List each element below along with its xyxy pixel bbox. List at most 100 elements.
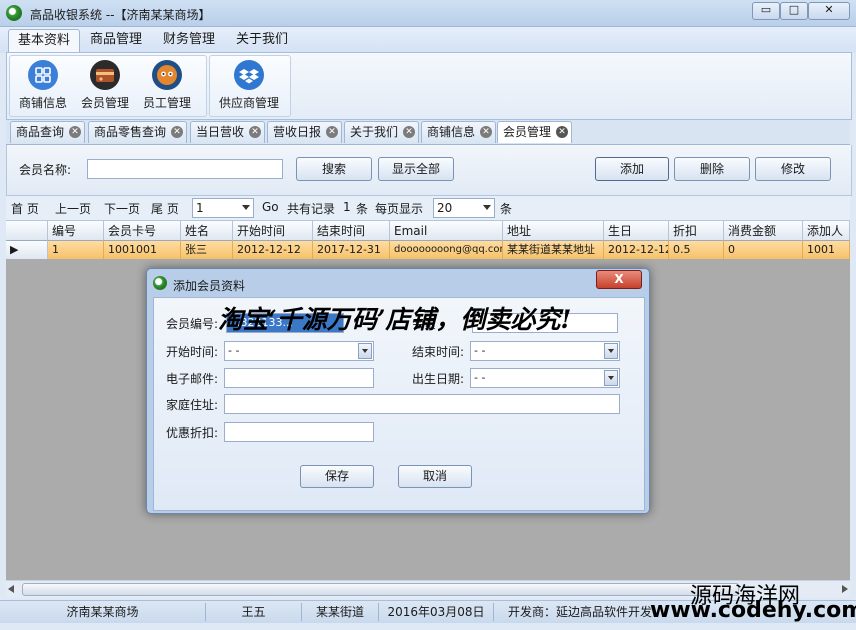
- show-all-button[interactable]: 显示全部: [378, 157, 454, 181]
- calendar-dropdown-icon[interactable]: [604, 343, 618, 359]
- address-label: 家庭住址:: [166, 398, 219, 412]
- close-tab-icon[interactable]: ✕: [480, 126, 493, 138]
- dialog-title: 添加会员资料: [173, 279, 246, 293]
- doc-tab-member-manage[interactable]: 会员管理 ✕: [497, 121, 573, 143]
- table-cell[interactable]: 1: [48, 241, 104, 259]
- calendar-dropdown-icon[interactable]: [604, 370, 618, 386]
- column-header[interactable]: 地址: [503, 221, 604, 241]
- go-button[interactable]: Go: [262, 200, 279, 214]
- table-cell[interactable]: 1001: [803, 241, 850, 259]
- member-name-label: 会员名称:: [19, 163, 72, 177]
- per-page-value: 20: [437, 201, 453, 215]
- column-header[interactable]: 编号: [48, 221, 104, 241]
- scroll-right-icon[interactable]: [842, 585, 848, 593]
- doc-tab-daily-revenue[interactable]: 当日营收 ✕: [190, 121, 266, 143]
- column-header[interactable]: 开始时间: [233, 221, 313, 241]
- menu-tab-finance[interactable]: 财务管理: [154, 29, 224, 51]
- supplier-manage-label: 供应商管理: [218, 96, 279, 110]
- column-header[interactable]: 添加人: [803, 221, 850, 241]
- page-number-select[interactable]: 1: [192, 198, 254, 218]
- end-time-picker[interactable]: - -: [470, 341, 620, 361]
- total-records-label: 共有记录: [287, 202, 336, 216]
- doc-tab-about-us[interactable]: 关于我们 ✕: [344, 121, 420, 143]
- delete-button[interactable]: 删除: [674, 157, 750, 181]
- column-header[interactable]: Email: [390, 221, 503, 241]
- save-button[interactable]: 保存: [300, 465, 374, 488]
- column-header[interactable]: 结束时间: [313, 221, 390, 241]
- address-input[interactable]: [224, 394, 620, 414]
- window-title-bar: 高品收银系统 --【济南某某商场】 ▭ □ ✕: [0, 0, 856, 27]
- pagination-bar: 首 页 上一页 下一页 尾 页 1 Go 共有记录 1 条 每页显示 20 条: [6, 196, 850, 221]
- doc-tab-goods-query[interactable]: 商品查询 ✕: [10, 121, 86, 143]
- column-header[interactable]: 消费金额: [724, 221, 803, 241]
- site-brand-url: www.codehy.com: [650, 598, 856, 623]
- status-date: 2016年03月08日: [379, 603, 494, 621]
- birthday-picker[interactable]: - -: [470, 368, 620, 388]
- column-header[interactable]: 生日: [604, 221, 669, 241]
- add-button[interactable]: 添加: [595, 157, 669, 181]
- member-manage-label: 会员管理: [80, 96, 129, 110]
- row-header-corner: [6, 221, 48, 241]
- table-cell[interactable]: 0.5: [669, 241, 724, 259]
- main-menu-bar: 基本资料 商品管理 财务管理 关于我们: [0, 27, 856, 53]
- doc-tab-label: 商品查询: [16, 125, 65, 139]
- close-tab-icon[interactable]: ✕: [326, 126, 339, 138]
- table-cell[interactable]: 0: [724, 241, 803, 259]
- table-cell[interactable]: 2017-12-31: [313, 241, 390, 259]
- search-button[interactable]: 搜索: [296, 157, 372, 181]
- cancel-button[interactable]: 取消: [398, 465, 472, 488]
- column-header[interactable]: 折扣: [669, 221, 724, 241]
- table-cell[interactable]: doooooooong@qq.com: [390, 241, 503, 259]
- dropbox-icon: [234, 60, 264, 90]
- per-page-select[interactable]: 20: [433, 198, 495, 218]
- menu-tab-about[interactable]: 关于我们: [227, 29, 297, 51]
- supplier-manage-button[interactable]: 供应商管理: [219, 57, 279, 113]
- shop-info-button[interactable]: 商铺信息: [13, 57, 73, 113]
- start-time-picker[interactable]: - -: [224, 341, 374, 361]
- doc-tab-shop-info[interactable]: 商铺信息 ✕: [421, 121, 497, 143]
- next-page-link[interactable]: 下一页: [104, 200, 140, 217]
- maximize-button[interactable]: □: [780, 2, 808, 20]
- close-window-button[interactable]: ✕: [808, 2, 850, 20]
- doc-tab-label: 会员管理: [503, 125, 552, 139]
- table-cell[interactable]: 2012-12-12: [604, 241, 669, 259]
- edit-button[interactable]: 修改: [755, 157, 831, 181]
- minimize-button[interactable]: ▭: [752, 2, 780, 20]
- doc-tab-label: 当日营收: [196, 125, 245, 139]
- prev-page-link[interactable]: 上一页: [55, 200, 91, 217]
- table-cell[interactable]: 张三: [181, 241, 233, 259]
- member-manage-button[interactable]: 会员管理: [75, 57, 135, 113]
- first-page-link[interactable]: 首 页: [11, 200, 39, 217]
- close-tab-icon[interactable]: ✕: [556, 126, 569, 138]
- table-cell[interactable]: 某某街道某某地址: [503, 241, 604, 259]
- close-tab-icon[interactable]: ✕: [171, 126, 184, 138]
- chevron-down-icon: [483, 205, 491, 210]
- menu-tab-basic[interactable]: 基本资料: [8, 29, 81, 52]
- column-header[interactable]: 会员卡号: [104, 221, 181, 241]
- table-cell[interactable]: 2012-12-12: [233, 241, 313, 259]
- birthday-label: 出生日期:: [412, 372, 465, 386]
- close-tab-icon[interactable]: ✕: [249, 126, 262, 138]
- calendar-dropdown-icon[interactable]: [358, 343, 372, 359]
- email-input[interactable]: [224, 368, 374, 388]
- row-selector[interactable]: ▶: [6, 241, 48, 259]
- doc-tab-revenue-report[interactable]: 营收日报 ✕: [267, 121, 343, 143]
- last-page-link[interactable]: 尾 页: [151, 200, 179, 217]
- doc-tab-label: 营收日报: [273, 125, 322, 139]
- row-pointer-icon: ▶: [10, 243, 19, 256]
- scrollbar-thumb[interactable]: [22, 583, 739, 596]
- member-card-icon: [90, 60, 120, 90]
- doc-tab-retail-query[interactable]: 商品零售查询 ✕: [88, 121, 188, 143]
- discount-input[interactable]: [224, 422, 374, 442]
- dialog-close-button[interactable]: X: [596, 270, 642, 289]
- discount-label: 优惠折扣:: [166, 426, 219, 440]
- staff-manage-button[interactable]: 员工管理: [137, 57, 197, 113]
- member-name-input[interactable]: [87, 159, 283, 179]
- table-cell[interactable]: 1001001: [104, 241, 181, 259]
- scroll-left-icon[interactable]: [8, 585, 14, 593]
- menu-tab-goods[interactable]: 商品管理: [81, 29, 151, 51]
- close-tab-icon[interactable]: ✕: [403, 126, 416, 138]
- close-tab-icon[interactable]: ✕: [69, 126, 82, 138]
- column-header[interactable]: 姓名: [181, 221, 233, 241]
- doc-tab-label: 商铺信息: [427, 125, 476, 139]
